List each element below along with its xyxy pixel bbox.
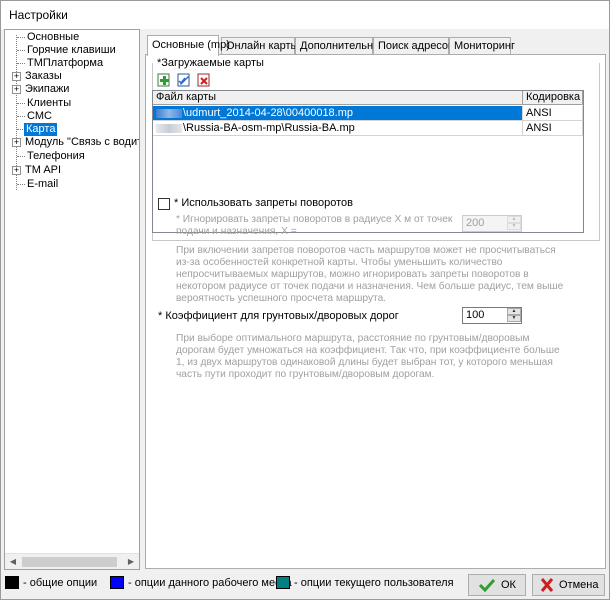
maps-table-header: Файл карты Кодировка: [153, 91, 583, 105]
use-turn-restrictions-checkbox[interactable]: [158, 198, 170, 210]
column-header-encoding[interactable]: Кодировка: [523, 91, 583, 105]
title-bar: Настройки: [1, 1, 609, 29]
cancel-button[interactable]: Отмена: [532, 574, 605, 596]
scroll-right-icon[interactable]: ▶: [123, 554, 139, 569]
legend-swatch-workstation: [110, 576, 124, 589]
table-row[interactable]: \udmurt_2014-04-28\00400018.mp ANSI: [153, 106, 583, 121]
spin-up-icon[interactable]: ▲: [507, 216, 521, 223]
ok-button[interactable]: ОК: [468, 574, 526, 596]
table-cell-file: \Russia-BA-osm-mp\Russia-BA.mp: [153, 121, 523, 136]
tree-item-driver-module[interactable]: Модуль "Связь с водителем": [25, 136, 139, 149]
dirt-roads-coefficient-spinner[interactable]: 100 ▲ ▼: [462, 307, 522, 324]
tab-general-mp[interactable]: Основные (mp): [147, 35, 230, 56]
tab-monitoring[interactable]: Мониторинг: [449, 37, 515, 55]
use-turn-restrictions-label: * Использовать запреты поворотов: [174, 197, 353, 209]
scrollbar-thumb[interactable]: [22, 557, 117, 567]
turn-restrictions-description: При включении запретов поворотов часть м…: [176, 245, 564, 304]
tab-page-general: *Загружаемые карты Файл карты Кодировка …: [145, 54, 606, 569]
expand-driver-module-icon[interactable]: +: [12, 138, 21, 147]
table-row[interactable]: \Russia-BA-osm-mp\Russia-BA.mp ANSI: [153, 121, 583, 136]
tree-item-hotkeys[interactable]: Горячие клавиши: [27, 44, 116, 57]
expand-crews-icon[interactable]: +: [12, 85, 21, 94]
spin-down-icon[interactable]: ▼: [507, 223, 521, 230]
ok-button-label: ОК: [501, 579, 516, 591]
tree-item-clients[interactable]: Клиенты: [27, 97, 71, 110]
tree-item-email[interactable]: E-mail: [27, 178, 58, 191]
dirt-roads-coefficient-value: 100: [466, 309, 485, 321]
tree-item-orders[interactable]: Заказы: [25, 70, 62, 83]
tree-item-map[interactable]: Карта: [24, 123, 58, 136]
redacted-path-segment: [156, 123, 182, 133]
maps-group-label: *Загружаемые карты: [156, 57, 265, 69]
expand-tm-api-icon[interactable]: +: [12, 166, 21, 175]
tree-item-general[interactable]: Основные: [27, 31, 79, 44]
tree-item-crews[interactable]: Экипажи: [25, 83, 69, 96]
maps-table[interactable]: Файл карты Кодировка \udmurt_2014-04-28\…: [152, 90, 584, 233]
ignore-radius-spinner[interactable]: 200 ▲ ▼: [462, 215, 522, 232]
tree-item-telephony[interactable]: Телефония: [27, 150, 85, 163]
table-cell-encoding: ANSI: [523, 106, 583, 121]
checkmark-icon: [479, 578, 495, 592]
scroll-left-icon[interactable]: ◀: [5, 554, 21, 569]
ignore-radius-label-line1: * Игнорировать запреты поворотов в радиу…: [176, 214, 453, 225]
ignore-radius-label-line2: подачи и назначения, X =: [176, 226, 297, 237]
legend-swatch-user: [276, 576, 290, 589]
tab-address-search[interactable]: Поиск адресов: [373, 37, 454, 55]
tab-additional[interactable]: Дополнительно: [295, 37, 379, 55]
cancel-button-label: Отмена: [559, 579, 599, 591]
spin-up-icon[interactable]: ▲: [507, 308, 521, 315]
tree-item-sms[interactable]: СМС: [27, 110, 52, 123]
add-map-icon[interactable]: [156, 72, 172, 88]
spin-down-icon[interactable]: ▼: [507, 315, 521, 322]
edit-map-icon[interactable]: [176, 72, 192, 88]
expand-orders-icon[interactable]: +: [12, 72, 21, 81]
legend-common-label: - общие опции: [23, 577, 98, 589]
tree-item-tmplatform[interactable]: ТМПлатформа: [27, 57, 103, 70]
window-title: Настройки: [9, 8, 68, 22]
settings-tree[interactable]: Основные Горячие клавиши ТМПлатформа + З…: [4, 29, 140, 570]
redacted-path-segment: [156, 108, 182, 118]
table-cell-encoding: ANSI: [523, 121, 583, 136]
legend-workstation-label: - опции данного рабочего места: [128, 577, 292, 589]
tree-horizontal-scrollbar[interactable]: ◀ ▶: [5, 553, 139, 569]
tab-online-maps[interactable]: Онлайн карты: [221, 37, 298, 55]
dirt-roads-description: При выборе оптимального маршрута, рассто…: [176, 333, 560, 380]
delete-map-icon[interactable]: [196, 72, 212, 88]
table-cell-file: \udmurt_2014-04-28\00400018.mp: [153, 106, 523, 121]
dirt-roads-coefficient-label: * Коэффициент для грунтовых/дворовых дор…: [158, 310, 399, 322]
legend-swatch-common: [5, 576, 19, 589]
ignore-radius-value: 200: [466, 217, 485, 229]
legend-user-label: - опции текущего пользователя: [294, 577, 454, 589]
column-header-file[interactable]: Файл карты: [153, 91, 523, 105]
settings-window: Настройки Основные Горячие клавиши ТМПла…: [0, 0, 610, 600]
tree-item-tm-api[interactable]: TM API: [25, 164, 61, 177]
cross-icon: [540, 578, 554, 592]
